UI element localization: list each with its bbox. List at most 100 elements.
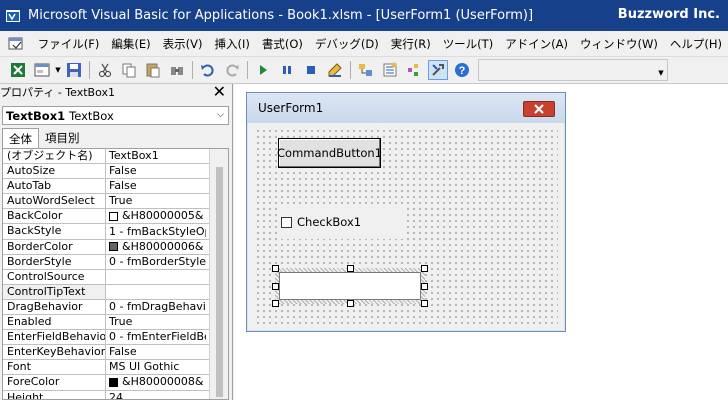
- color-swatch: [109, 211, 118, 221]
- property-value[interactable]: 24: [106, 391, 206, 399]
- menu-file[interactable]: ファイル(F): [32, 33, 106, 55]
- window-title: Microsoft Visual Basic for Applications …: [28, 8, 534, 23]
- property-row[interactable]: EnterFieldBehavior0 - fmEnterFieldBehavi…: [3, 330, 228, 346]
- tab-categorized[interactable]: 項目別: [39, 128, 86, 148]
- property-value[interactable]: &H80000008&: [106, 375, 206, 389]
- undo-icon[interactable]: [198, 60, 218, 80]
- property-name: Enabled: [3, 315, 106, 330]
- menu-run[interactable]: 実行(R): [385, 33, 437, 55]
- property-value[interactable]: True: [106, 315, 206, 329]
- close-icon[interactable]: [523, 101, 555, 117]
- menu-addins[interactable]: アドイン(A): [499, 33, 574, 55]
- property-row[interactable]: Font MS UI Gothic: [3, 360, 228, 376]
- resize-handle-nw[interactable]: [272, 265, 279, 272]
- save-icon[interactable]: [64, 60, 84, 80]
- object-selector[interactable]: TextBox1 TextBox ⌵: [2, 106, 229, 125]
- resize-handle-s[interactable]: [347, 300, 354, 307]
- copy-icon[interactable]: [119, 60, 139, 80]
- property-name: ControlSource: [3, 269, 106, 284]
- command-button[interactable]: CommandButton1: [277, 138, 382, 168]
- property-row[interactable]: BorderStyle0 - fmBorderStyleNone: [3, 254, 228, 270]
- property-row[interactable]: BorderColor &H80000006&: [3, 239, 228, 255]
- userform-client-area[interactable]: CommandButton1 CheckBox1: [254, 127, 558, 325]
- checkbox-label: CheckBox1: [297, 215, 362, 229]
- property-value-text: TextBox1: [109, 149, 159, 163]
- chevron-down-icon[interactable]: ⌵: [217, 110, 224, 120]
- property-value[interactable]: &H80000006&: [106, 240, 206, 254]
- menu-debug[interactable]: デバッグ(D): [309, 33, 385, 55]
- property-row[interactable]: DragBehavior0 - fmDragBehaviorDisabled: [3, 299, 228, 316]
- title-bar: Microsoft Visual Basic for Applications …: [0, 0, 728, 31]
- property-row[interactable]: ForeColor &H80000008&: [3, 375, 228, 391]
- mdi-child-icon[interactable]: [6, 34, 26, 54]
- menu-view[interactable]: 表示(V): [157, 33, 209, 55]
- property-value[interactable]: 0 - fmEnterFieldBehaviorSelectAll: [106, 330, 206, 344]
- property-row[interactable]: AutoTab False: [3, 179, 228, 195]
- property-row[interactable]: AutoWordSelect True: [3, 194, 228, 210]
- resize-handle-sw[interactable]: [272, 300, 279, 307]
- object-browser-icon[interactable]: [404, 60, 424, 80]
- help-icon[interactable]: ?: [452, 60, 472, 80]
- properties-icon[interactable]: [380, 60, 400, 80]
- resize-handle-n[interactable]: [347, 265, 354, 272]
- menu-tools[interactable]: ツール(T): [437, 33, 500, 55]
- scrollbar-thumb[interactable]: [216, 167, 223, 397]
- close-icon[interactable]: ✕: [213, 84, 226, 100]
- menu-bar: ファイル(F) 編集(E) 表示(V) 挿入(I) 書式(O) デバッグ(D) …: [0, 31, 728, 57]
- property-name: EnterFieldBehavior: [3, 330, 106, 345]
- project-explorer-icon[interactable]: [356, 60, 376, 80]
- resize-handle-ne[interactable]: [421, 265, 428, 272]
- property-value[interactable]: MS UI Gothic: [106, 360, 206, 374]
- run-icon[interactable]: [253, 60, 273, 80]
- toolbox-icon[interactable]: [428, 60, 448, 80]
- menu-help[interactable]: ヘルプ(H): [664, 33, 728, 55]
- paste-icon[interactable]: [143, 60, 163, 80]
- excel-icon[interactable]: [8, 60, 28, 80]
- design-mode-icon[interactable]: [325, 60, 345, 80]
- menu-window[interactable]: ウィンドウ(W): [574, 33, 664, 55]
- resize-handle-w[interactable]: [272, 283, 279, 290]
- menu-format[interactable]: 書式(O): [256, 33, 309, 55]
- property-name: ControlTipText: [3, 284, 106, 299]
- property-value[interactable]: 0 - fmBorderStyleNone: [106, 255, 206, 269]
- reset-icon[interactable]: [301, 60, 321, 80]
- textbox-selection[interactable]: [272, 265, 428, 307]
- userform-window[interactable]: UserForm1 CommandButton1 CheckBox1: [246, 92, 566, 332]
- find-icon[interactable]: [167, 60, 187, 80]
- property-row[interactable]: EnterKeyBehavior False: [3, 345, 228, 361]
- property-row[interactable]: Height 24: [3, 390, 228, 399]
- property-value[interactable]: 0 - fmDragBehaviorDisabled: [106, 300, 206, 314]
- redo-icon[interactable]: [222, 60, 242, 80]
- property-row[interactable]: Enabled True: [3, 315, 228, 331]
- properties-scrollbar[interactable]: [209, 149, 228, 399]
- cut-icon[interactable]: [95, 60, 115, 80]
- menu-insert[interactable]: 挿入(I): [208, 33, 255, 55]
- property-row[interactable]: ControlSource: [3, 269, 228, 285]
- property-value[interactable]: False: [106, 179, 206, 193]
- textbox-control[interactable]: [279, 272, 421, 300]
- tab-alphabetic[interactable]: 全体: [2, 128, 39, 148]
- property-value[interactable]: [106, 285, 206, 299]
- insert-userform-icon[interactable]: [32, 60, 52, 80]
- insert-dropdown-icon[interactable]: ▼: [54, 60, 62, 80]
- property-value[interactable]: TextBox1: [106, 149, 206, 163]
- property-value[interactable]: True: [106, 194, 206, 208]
- checkbox-control[interactable]: CheckBox1: [278, 205, 404, 239]
- property-value[interactable]: [106, 270, 206, 284]
- property-row[interactable]: BackStyle1 - fmBackStyleOpaque: [3, 224, 228, 240]
- property-value[interactable]: False: [106, 164, 206, 178]
- property-value[interactable]: &H80000005&: [106, 209, 206, 223]
- property-row[interactable]: BackColor &H80000005&: [3, 209, 228, 225]
- property-value[interactable]: 1 - fmBackStyleOpaque: [106, 224, 206, 238]
- resize-handle-e[interactable]: [421, 283, 428, 290]
- resize-handle-se[interactable]: [421, 300, 428, 307]
- property-row[interactable]: AutoSize False: [3, 164, 228, 180]
- break-icon[interactable]: [277, 60, 297, 80]
- property-value[interactable]: False: [106, 345, 206, 359]
- property-row[interactable]: ControlTipText: [3, 284, 228, 300]
- toolbar-options-icon[interactable]: ▼: [657, 68, 665, 78]
- menu-edit[interactable]: 編集(E): [105, 33, 156, 55]
- toolbar-separator: [350, 61, 351, 79]
- checkbox-box[interactable]: [281, 216, 292, 228]
- property-row[interactable]: (オブジェクト名) TextBox1: [3, 149, 228, 165]
